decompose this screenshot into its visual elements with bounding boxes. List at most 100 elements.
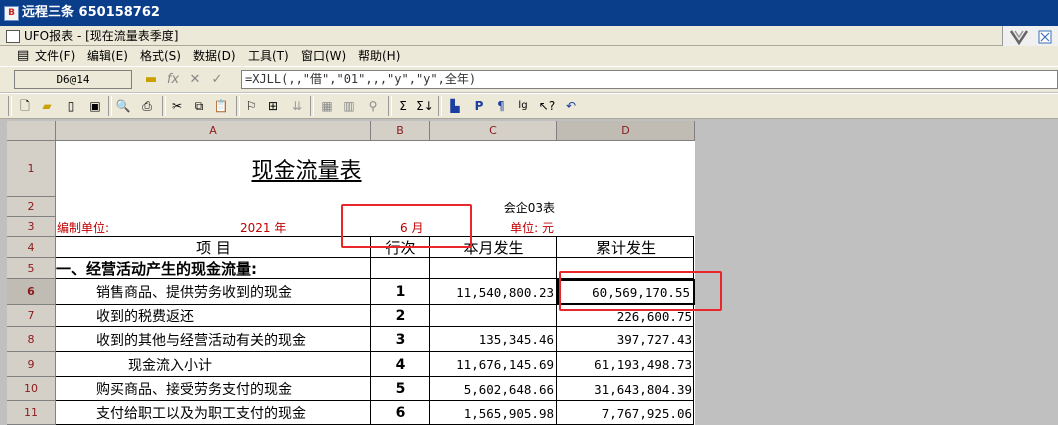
table-vline (429, 236, 430, 425)
row-header-7[interactable]: 7 (7, 305, 56, 327)
fx-icon[interactable]: fx (164, 71, 182, 89)
report-title: 现金流量表 (251, 159, 362, 184)
row11-line[interactable]: 6 (371, 401, 430, 425)
menu-window[interactable]: 窗口(W) (298, 46, 349, 66)
row11-item[interactable]: 支付给职工以及为职工支付的现金 (56, 401, 371, 425)
cancel-icon[interactable]: ✕ (186, 71, 204, 89)
annotation-box-month (341, 204, 472, 248)
row7-month[interactable] (430, 305, 557, 327)
undo-icon[interactable]: ↶ (562, 97, 580, 115)
select-all-corner[interactable] (7, 121, 56, 141)
menu-help[interactable]: 帮助(H) (355, 46, 403, 66)
app-icon: B (4, 6, 19, 21)
row-header-11[interactable]: 11 (7, 401, 56, 425)
cell-reference-box[interactable]: D6@14 (14, 70, 132, 89)
table-line (56, 351, 694, 352)
blank-icon[interactable]: ▯ (62, 97, 80, 115)
menu-edit[interactable]: 编辑(E) (84, 46, 131, 66)
row9-total[interactable]: 61,193,498.73 (557, 352, 695, 377)
menu-file[interactable]: 文件(F) (32, 46, 78, 66)
sort-icon[interactable]: ⇊ (288, 97, 306, 115)
confirm-icon[interactable]: ✓ (208, 71, 226, 89)
save-icon[interactable]: ▣ (86, 97, 104, 115)
sheet-menu-icon[interactable]: ▤ (14, 46, 32, 66)
row-header-3[interactable]: 3 (7, 217, 56, 237)
row6-item[interactable]: 销售商品、提供劳务收到的现金 (56, 279, 371, 305)
menu-format[interactable]: 格式(S) (137, 46, 184, 66)
column-header-b[interactable]: B (371, 121, 430, 141)
row9-item[interactable]: 现金流入小计 (56, 352, 371, 377)
open-icon[interactable]: ▰ (38, 97, 56, 115)
row10-item[interactable]: 购买商品、接受劳务支付的现金 (56, 377, 371, 401)
row10-total[interactable]: 31,643,804.39 (557, 377, 695, 401)
row9-line[interactable]: 4 (371, 352, 430, 377)
column-header-a[interactable]: A (56, 121, 371, 141)
row11-total[interactable]: 7,767,925.06 (557, 401, 695, 425)
row10-line[interactable]: 5 (371, 377, 430, 401)
page-icon[interactable]: ¶ (492, 97, 510, 115)
row-header-8[interactable]: 8 (7, 327, 56, 352)
annotation-box-total (559, 271, 722, 311)
paste-icon[interactable]: 📋 (212, 97, 230, 115)
row11-month[interactable]: 1,565,905.98 (430, 401, 557, 425)
row10-month[interactable]: 5,602,648.66 (430, 377, 557, 401)
sheet-icon (6, 30, 20, 43)
chart-icon[interactable]: ▙ (446, 97, 464, 115)
row9-month[interactable]: 11,676,145.69 (430, 352, 557, 377)
row7-line[interactable]: 2 (371, 305, 430, 327)
table-line (56, 257, 694, 258)
column-header-c[interactable]: C (430, 121, 557, 141)
row6-line[interactable]: 1 (371, 279, 430, 305)
brand-logo (1002, 26, 1058, 48)
table-line (56, 400, 694, 401)
insert-icon[interactable]: ⊞ (264, 97, 282, 115)
menu-data[interactable]: 数据(D) (190, 46, 239, 66)
row-header-9[interactable]: 9 (7, 352, 56, 377)
menu-tools[interactable]: 工具(T) (245, 46, 292, 66)
row-header-2[interactable]: 2 (7, 197, 56, 217)
find-icon[interactable]: ⚲ (364, 97, 382, 115)
row8-total[interactable]: 397,727.43 (557, 327, 695, 352)
new-icon[interactable]: 🗋 (16, 97, 34, 115)
row6-month[interactable]: 11,540,800.23 (430, 279, 557, 305)
table-vline (693, 236, 694, 425)
print-icon[interactable]: ⎙ (138, 97, 156, 115)
section-operating: 一、经营活动产生的现金流量: (56, 260, 257, 278)
report-icon[interactable]: ▥ (340, 97, 358, 115)
row8-month[interactable]: 135,345.46 (430, 327, 557, 352)
copy-icon[interactable]: ⧉ (190, 97, 208, 115)
header-cumulative: 累计发生 (595, 239, 656, 257)
menu-bar: ▤ 文件(F) 编辑(E) 格式(S) 数据(D) 工具(T) 窗口(W) 帮助… (0, 46, 1058, 66)
unit-label: 编制单位: (57, 220, 110, 235)
table-vline (556, 236, 557, 425)
row-header-4[interactable]: 4 (7, 237, 56, 258)
format-painter-icon[interactable]: ⚐ (242, 97, 260, 115)
help-pointer-icon[interactable]: ↖? (538, 97, 556, 115)
sum-icon[interactable]: Σ (394, 97, 412, 115)
currency-unit: 单位: 元 (510, 220, 554, 235)
document-title: UFO报表 - [现在流量表季度] (24, 29, 179, 43)
row8-line[interactable]: 3 (371, 327, 430, 352)
row7-item[interactable]: 收到的税费返还 (56, 305, 371, 327)
cut-icon[interactable]: ✂ (168, 97, 186, 115)
header-item: 项 目 (196, 239, 231, 257)
column-header-d[interactable]: D (557, 121, 695, 141)
function-icon[interactable]: ▬ (142, 71, 160, 89)
row-header-1[interactable]: 1 (7, 141, 56, 197)
sum-row-icon[interactable]: Σ↓ (416, 97, 434, 115)
row-header-5[interactable]: 5 (7, 258, 56, 279)
table-vline (370, 236, 371, 425)
logo-icon (1009, 30, 1052, 46)
window-title: 远程三条 650158762 (22, 5, 160, 20)
row8-item[interactable]: 收到的其他与经营活动有关的现金 (56, 327, 371, 352)
row-header-6[interactable]: 6 (7, 279, 56, 305)
table-line (56, 326, 694, 327)
print-preview-icon[interactable]: 🔍 (114, 97, 132, 115)
calc-icon[interactable]: ▦ (318, 97, 336, 115)
table-line (56, 376, 694, 377)
document-title-bar: UFO报表 - [现在流量表季度] (0, 26, 1058, 46)
log-icon[interactable]: lg (514, 97, 532, 115)
p-icon[interactable]: P (470, 97, 488, 115)
formula-input[interactable]: =XJLL(,,"借","01",,,"y","y",全年) (241, 70, 1058, 89)
row-header-10[interactable]: 10 (7, 377, 56, 401)
